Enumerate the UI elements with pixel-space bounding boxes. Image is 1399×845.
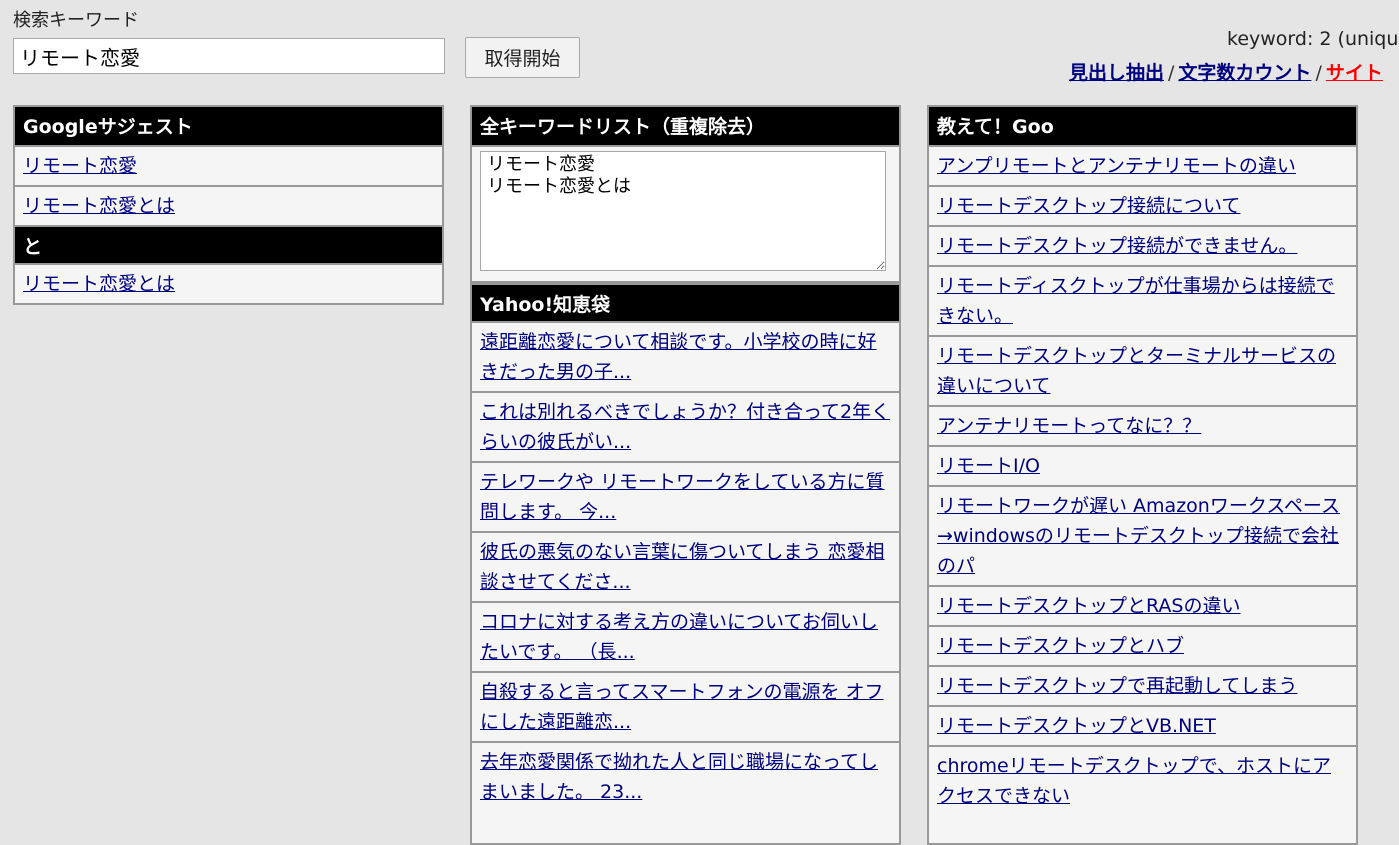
search-keyword-input[interactable] <box>13 38 445 74</box>
list-item: テレワークや リモートワークをしている方に質問します。 今... <box>472 463 899 533</box>
yahoo-question-link[interactable]: コロナに対する考え方の違いについてお伺いしたいです。 （長... <box>480 611 878 663</box>
textarea-wrap: リモート恋愛 リモート恋愛とは <box>472 147 899 283</box>
suggest-subheader: と <box>15 225 442 265</box>
list-item: リモートデスクトップで再起動してしまう <box>929 667 1356 707</box>
char-count-link[interactable]: 文字数カウント <box>1178 62 1311 84</box>
list-item: リモート恋愛とは <box>15 187 442 225</box>
keyword-list-panel: 全キーワードリスト（重複除去） リモート恋愛 リモート恋愛とは Yahoo!知恵… <box>470 105 901 845</box>
suggest-link[interactable]: リモート恋愛 <box>23 155 137 177</box>
google-suggest-panel: Googleサジェスト リモート恋愛 リモート恋愛とは と リモート恋愛とは <box>13 105 444 305</box>
oshiete-goo-panel: 教えて！Goo アンプリモートとアンテナリモートの違い リモートデスクトップ接続… <box>927 105 1358 845</box>
list-item: 自殺すると言ってスマートフォンの電源を オフにした遠距離恋... <box>472 673 899 743</box>
yahoo-question-link[interactable]: 自殺すると言ってスマートフォンの電源を オフにした遠距離恋... <box>480 681 884 733</box>
goo-question-link[interactable]: リモートI/O <box>937 455 1040 477</box>
list-item: リモート恋愛とは <box>15 265 442 303</box>
yahoo-question-link[interactable]: テレワークや リモートワークをしている方に質問します。 今... <box>480 471 884 523</box>
yahoo-question-link[interactable]: 彼氏の悪気のない言葉に傷ついてしまう 恋愛相談させてくださ... <box>480 541 884 593</box>
yahoo-question-link[interactable]: これは別れるべきでしょうか？付き合って2年くらいの彼氏がい... <box>480 401 890 453</box>
list-item: リモートワークが遅い Amazonワークスペース→windowsのリモートデスク… <box>929 487 1356 587</box>
goo-question-link[interactable]: リモートワークが遅い Amazonワークスペース→windowsのリモートデスク… <box>937 495 1340 577</box>
goo-question-link[interactable]: リモートデスクトップ接続ができません。 <box>937 235 1297 257</box>
yahoo-question-link[interactable]: 遠距離恋愛について相談です。小学校の時に好きだった男の子... <box>480 331 877 383</box>
link-separator: / <box>1315 62 1322 84</box>
goo-question-link[interactable]: アンテナリモートってなに？？ <box>937 415 1201 437</box>
list-item: コロナに対する考え方の違いについてお伺いしたいです。 （長... <box>472 603 899 673</box>
goo-question-link[interactable]: リモートデスクトップ接続について <box>937 195 1240 217</box>
oshiete-goo-header: 教えて！Goo <box>929 107 1356 147</box>
list-item: リモートデスクトップ接続ができません。 <box>929 227 1356 267</box>
goo-question-link[interactable]: chromeリモートデスクトップで、ホストにアクセスできない <box>937 755 1331 807</box>
goo-question-link[interactable]: リモートディスクトップが仕事場からは接続できない。 <box>937 275 1335 327</box>
yahoo-question-link[interactable]: 去年恋愛関係で拗れた人と同じ職場になってしまいました。 23... <box>480 751 878 803</box>
suggest-link[interactable]: リモート恋愛とは <box>23 195 175 217</box>
goo-question-link[interactable]: リモートデスクトップとVB.NET <box>937 715 1216 737</box>
goo-question-link[interactable]: リモートデスクトップで再起動してしまう <box>937 675 1297 697</box>
site-link[interactable]: サイト <box>1326 62 1383 84</box>
start-fetch-button[interactable]: 取得開始 <box>465 37 580 78</box>
top-links: 見出し抽出 / 文字数カウント / サイト <box>1069 58 1383 85</box>
search-keyword-label: 検索キーワード <box>13 10 139 31</box>
google-suggest-header: Googleサジェスト <box>15 107 442 147</box>
list-item: アンテナリモートってなに？？ <box>929 407 1356 447</box>
keyword-count-text: keyword: 2 (uniqu <box>1227 28 1399 50</box>
yahoo-chiebukuro-header: Yahoo!知恵袋 <box>472 283 899 323</box>
list-item: リモート恋愛 <box>15 147 442 187</box>
list-item: アンプリモートとアンテナリモートの違い <box>929 147 1356 187</box>
goo-question-link[interactable]: リモートデスクトップとハブ <box>937 635 1184 657</box>
list-item: 彼氏の悪気のない言葉に傷ついてしまう 恋愛相談させてくださ... <box>472 533 899 603</box>
list-item: リモートデスクトップとRASの違い <box>929 587 1356 627</box>
goo-question-link[interactable]: リモートデスクトップとRASの違い <box>937 595 1241 617</box>
list-item: リモートデスクトップとターミナルサービスの違いについて <box>929 337 1356 407</box>
list-item: リモートI/O <box>929 447 1356 487</box>
goo-question-link[interactable]: アンプリモートとアンテナリモートの違い <box>937 155 1296 177</box>
list-item: リモートデスクトップとVB.NET <box>929 707 1356 747</box>
list-item: リモートデスクトップ接続について <box>929 187 1356 227</box>
suggest-link[interactable]: リモート恋愛とは <box>23 273 175 295</box>
link-separator: / <box>1168 62 1175 84</box>
list-item: 去年恋愛関係で拗れた人と同じ職場になってしまいました。 23... <box>472 743 899 811</box>
heading-extract-link[interactable]: 見出し抽出 <box>1069 62 1164 84</box>
list-item: リモートディスクトップが仕事場からは接続できない。 <box>929 267 1356 337</box>
list-item: リモートデスクトップとハブ <box>929 627 1356 667</box>
list-item: 遠距離恋愛について相談です。小学校の時に好きだった男の子... <box>472 323 899 393</box>
list-item: これは別れるべきでしょうか？付き合って2年くらいの彼氏がい... <box>472 393 899 463</box>
goo-question-link[interactable]: リモートデスクトップとターミナルサービスの違いについて <box>937 345 1336 397</box>
list-item: chromeリモートデスクトップで、ホストにアクセスできない <box>929 747 1356 815</box>
keyword-list-header: 全キーワードリスト（重複除去） <box>472 107 899 147</box>
keyword-list-textarea[interactable]: リモート恋愛 リモート恋愛とは <box>480 151 886 271</box>
